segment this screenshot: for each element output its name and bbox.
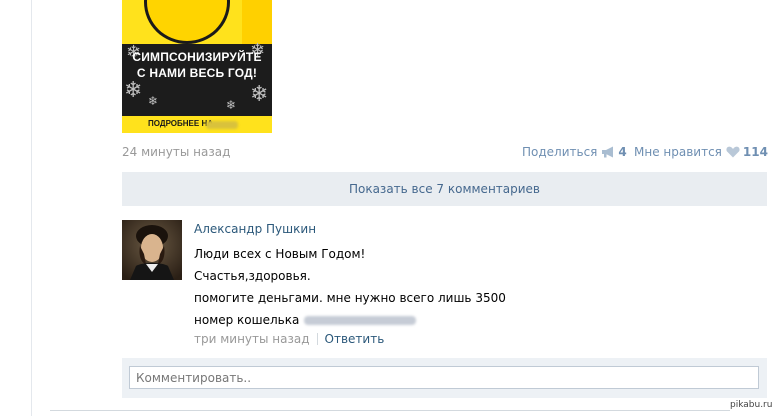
snowflake-icon: ❄: [226, 98, 237, 112]
share-count: 4: [618, 145, 627, 159]
comment-line-wallet: номер кошелька: [194, 309, 734, 331]
like-label: Мне нравится: [634, 145, 722, 159]
show-all-comments-button[interactable]: Показать все 7 комментариев: [122, 172, 767, 206]
snowflake-icon: ❄: [124, 78, 143, 103]
comment-input[interactable]: [129, 366, 759, 389]
comment-line: Счастья,здоровья.: [194, 269, 311, 283]
heart-icon: [726, 146, 740, 158]
share-button[interactable]: Поделиться 4: [522, 145, 627, 159]
comment-line: Люди всех с Новым Годом!: [194, 247, 366, 261]
wallet-label: номер кошелька: [194, 313, 300, 327]
comment-time[interactable]: три минуты назад: [194, 332, 310, 346]
megaphone-icon: [602, 146, 614, 158]
like-button[interactable]: Мне нравится 114: [634, 145, 768, 159]
promo-headline-1: СИМПСОНИЗИРУЙТЕ: [132, 50, 262, 64]
avatar[interactable]: [122, 220, 182, 280]
comment-author-link[interactable]: Александр Пушкин: [194, 222, 316, 236]
bottom-divider: [50, 410, 730, 411]
avatar-portrait: [122, 220, 182, 280]
promo-bottom-band: ПОДРОБНЕЕ НА: [122, 116, 272, 133]
promo-headline-2: С НАМИ ВЕСЬ ГОД!: [136, 66, 258, 80]
promo-blurred-link: [206, 121, 238, 129]
watermark: pikabu.ru: [730, 400, 773, 410]
like-count: 114: [742, 145, 768, 159]
post-time[interactable]: 24 минуты назад: [122, 145, 230, 159]
comment-meta: три минуты назад Ответить: [194, 332, 384, 346]
snowflake-icon: ❄: [148, 94, 159, 108]
reply-link[interactable]: Ответить: [325, 332, 385, 346]
reply-box: [122, 358, 767, 398]
snowflake-icon: ❄: [250, 82, 269, 107]
promo-more-text: ПОДРОБНЕЕ НА: [148, 119, 213, 128]
meta-separator: [316, 333, 318, 345]
promo-cartoon-hair: [242, 0, 272, 44]
comment-line: помогите деньгами. мне нужно всего лишь …: [194, 291, 506, 305]
comment-text: Люди всех с Новым Годом! Счастья,здоровь…: [194, 243, 734, 331]
blurred-wallet-number: [304, 316, 417, 325]
left-divider: [31, 0, 32, 416]
post-image[interactable]: ❄ ❄ ❄ ❄ ❄ ❄ СИМПСОНИЗИРУЙТЕ С НАМИ ВЕСЬ …: [122, 0, 272, 133]
share-label: Поделиться: [522, 145, 598, 159]
